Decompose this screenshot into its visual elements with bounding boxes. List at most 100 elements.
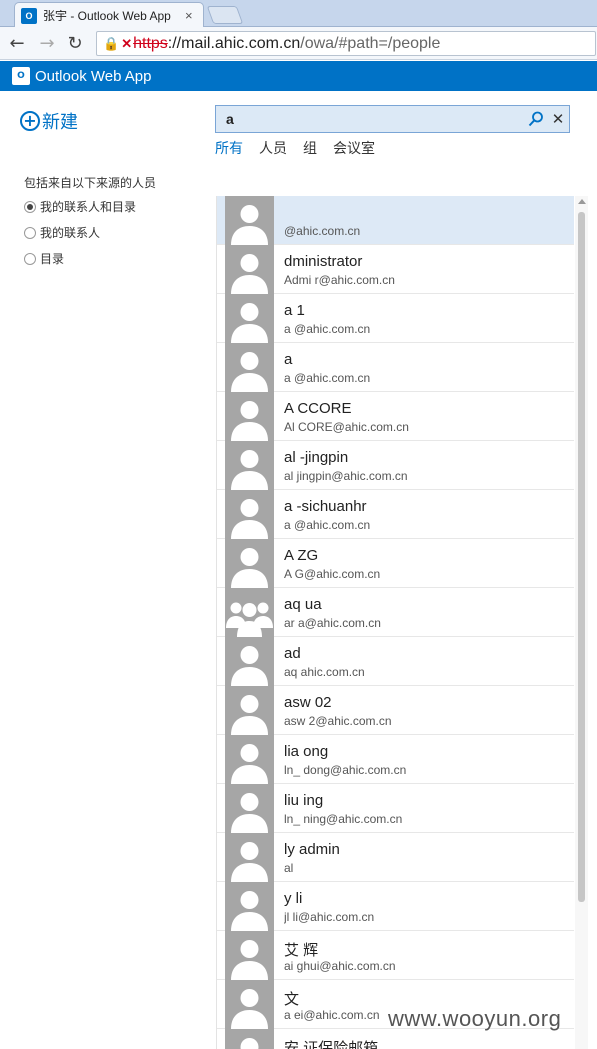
person-name: liu ing <box>284 792 324 809</box>
person-row[interactable]: @ahic.com.cn <box>217 196 574 245</box>
person-row[interactable]: ad aq ahic.com.cn <box>217 637 574 686</box>
person-email: Al CORE@ahic.com.cn <box>284 420 409 434</box>
radio-button[interactable] <box>24 226 36 239</box>
person-email: a @ahic.com.cn <box>284 322 371 336</box>
person-row[interactable]: A ZG A G@ahic.com.cn <box>217 539 574 588</box>
clear-search-icon[interactable]: ✕ <box>547 108 569 130</box>
source-option-label: 目录 <box>40 252 65 266</box>
person-row-text: 安 证保险邮箱 <box>284 1029 566 1049</box>
person-row[interactable]: al -jingpin al jingpin@ahic.com.cn <box>217 441 574 490</box>
person-email: A G@ahic.com.cn <box>284 567 381 581</box>
person-email: asw 2@ahic.com.cn <box>284 714 392 728</box>
person-row[interactable]: 艾 辉 ai ghui@ahic.com.cn <box>217 931 574 980</box>
person-row[interactable]: A CCORE Al CORE@ahic.com.cn <box>217 392 574 441</box>
person-name: A CCORE <box>284 400 352 417</box>
scroll-thumb[interactable] <box>578 212 585 902</box>
search-input[interactable]: a ✕ <box>215 105 570 133</box>
filter-tab[interactable]: 所有 <box>215 138 243 158</box>
person-row[interactable]: a -sichuanhr a @ahic.com.cn <box>217 490 574 539</box>
person-row-text: @ahic.com.cn <box>284 196 566 238</box>
person-avatar-icon <box>225 637 274 686</box>
person-name: asw 02 <box>284 694 332 711</box>
person-avatar-icon <box>225 196 274 245</box>
person-email: Admi r@ahic.com.cn <box>284 273 395 287</box>
browser-toolbar: ← → ↻ 🔒 ✕ https://mail.ahic.com.cn/owa/#… <box>0 27 597 60</box>
person-avatar-icon <box>225 490 274 539</box>
person-name <box>284 204 566 223</box>
source-option[interactable]: 我的联系人 <box>24 224 100 241</box>
group-avatar-icon <box>225 588 274 637</box>
person-row[interactable]: dministrator Admi r@ahic.com.cn <box>217 245 574 294</box>
person-row-text: a a @ahic.com.cn <box>284 343 566 385</box>
person-row[interactable]: aq ua ar a@ahic.com.cn <box>217 588 574 637</box>
person-avatar-icon <box>225 833 274 882</box>
person-name: y li <box>284 890 303 907</box>
radio-button[interactable] <box>24 252 36 265</box>
person-email: ln_ ning@ahic.com.cn <box>284 812 403 826</box>
new-contact-button[interactable]: + 新建 <box>20 108 78 134</box>
person-avatar-icon <box>225 539 274 588</box>
person-name: ly admin <box>284 841 340 858</box>
person-row[interactable]: a 1 a @ahic.com.cn <box>217 294 574 343</box>
person-name: al -jingpin <box>284 449 349 466</box>
filter-tab[interactable]: 人员 <box>259 138 287 158</box>
person-row-text: liu ing ln_ ning@ahic.com.cn <box>284 784 566 826</box>
sources-heading: 包括来自以下来源的人员 <box>24 176 157 190</box>
browser-tab-strip: O 张宇 - Outlook Web App × <box>0 0 597 28</box>
back-arrow-icon[interactable]: ← <box>6 32 28 54</box>
person-row-text: dministrator Admi r@ahic.com.cn <box>284 245 566 287</box>
person-avatar-icon <box>225 294 274 343</box>
filter-tab[interactable]: 组 <box>303 138 317 158</box>
lock-icon: 🔒 <box>103 35 120 51</box>
person-name: A ZG <box>284 547 319 564</box>
person-row[interactable]: asw 02 asw 2@ahic.com.cn <box>217 686 574 735</box>
person-row-text: A ZG A G@ahic.com.cn <box>284 539 566 581</box>
person-avatar-icon <box>225 245 274 294</box>
search-query[interactable]: a <box>226 111 525 127</box>
person-row-text: al -jingpin al jingpin@ahic.com.cn <box>284 441 566 483</box>
person-name: 艾 辉 <box>284 942 319 958</box>
forward-arrow-icon[interactable]: → <box>36 32 58 54</box>
search-filter-tabs: 所有 人员组会议室 <box>215 138 391 158</box>
person-row-text: asw 02 asw 2@ahic.com.cn <box>284 686 566 728</box>
tab-close-icon[interactable]: × <box>185 8 193 23</box>
tab-title: 张宇 - Outlook Web App <box>43 9 171 23</box>
person-row[interactable]: ly admin al <box>217 833 574 882</box>
source-option[interactable]: 我的联系人和目录 <box>24 198 136 215</box>
person-row[interactable]: a a @ahic.com.cn <box>217 343 574 392</box>
person-email: ar a@ahic.com.cn <box>284 616 381 630</box>
person-name: aq ua <box>284 596 322 613</box>
person-row[interactable]: y li jl li@ahic.com.cn <box>217 882 574 931</box>
filter-tab[interactable]: 会议室 <box>333 138 375 158</box>
address-bar[interactable]: 🔒 ✕ https://mail.ahic.com.cn/owa/#path=/… <box>96 31 596 56</box>
person-row-text: ly admin al <box>284 833 566 875</box>
person-row[interactable]: 安 证保险邮箱 <box>217 1029 574 1049</box>
app-header: O Outlook Web App <box>0 61 597 91</box>
search-icon[interactable] <box>525 108 547 130</box>
reload-icon[interactable]: ↻ <box>64 32 86 54</box>
browser-tab[interactable]: O 张宇 - Outlook Web App × <box>14 2 204 28</box>
new-tab-button[interactable] <box>206 6 244 24</box>
outlook-favicon-icon: O <box>21 7 37 24</box>
outlook-logo-icon: O <box>12 67 30 85</box>
person-row[interactable]: lia ong ln_ dong@ahic.com.cn <box>217 735 574 784</box>
url-path: /owa/#path=/people <box>300 34 441 52</box>
plus-circle-icon: + <box>20 111 40 131</box>
person-email: aq ahic.com.cn <box>284 665 365 679</box>
url-scheme: https <box>133 34 168 52</box>
person-name: lia ong <box>284 743 329 760</box>
scroll-up-arrow-icon[interactable] <box>578 199 586 204</box>
person-row-text: a -sichuanhr a @ahic.com.cn <box>284 490 566 532</box>
radio-button[interactable] <box>24 200 36 213</box>
person-row-text: ad aq ahic.com.cn <box>284 637 566 679</box>
people-results-list: @ahic.com.cn dministrator Admi r@ahic.com.… <box>216 196 574 1049</box>
results-scrollbar[interactable] <box>575 196 588 1049</box>
person-email: al jingpin@ahic.com.cn <box>284 469 408 483</box>
source-option[interactable]: 目录 <box>24 250 64 267</box>
person-row[interactable]: liu ing ln_ ning@ahic.com.cn <box>217 784 574 833</box>
person-row-text: y li jl li@ahic.com.cn <box>284 882 566 924</box>
app-title[interactable]: Outlook Web App <box>35 68 151 85</box>
person-name: 安 证保险邮箱 <box>284 1040 379 1049</box>
person-avatar-icon <box>225 343 274 392</box>
person-name: a -sichuanhr <box>284 498 367 515</box>
